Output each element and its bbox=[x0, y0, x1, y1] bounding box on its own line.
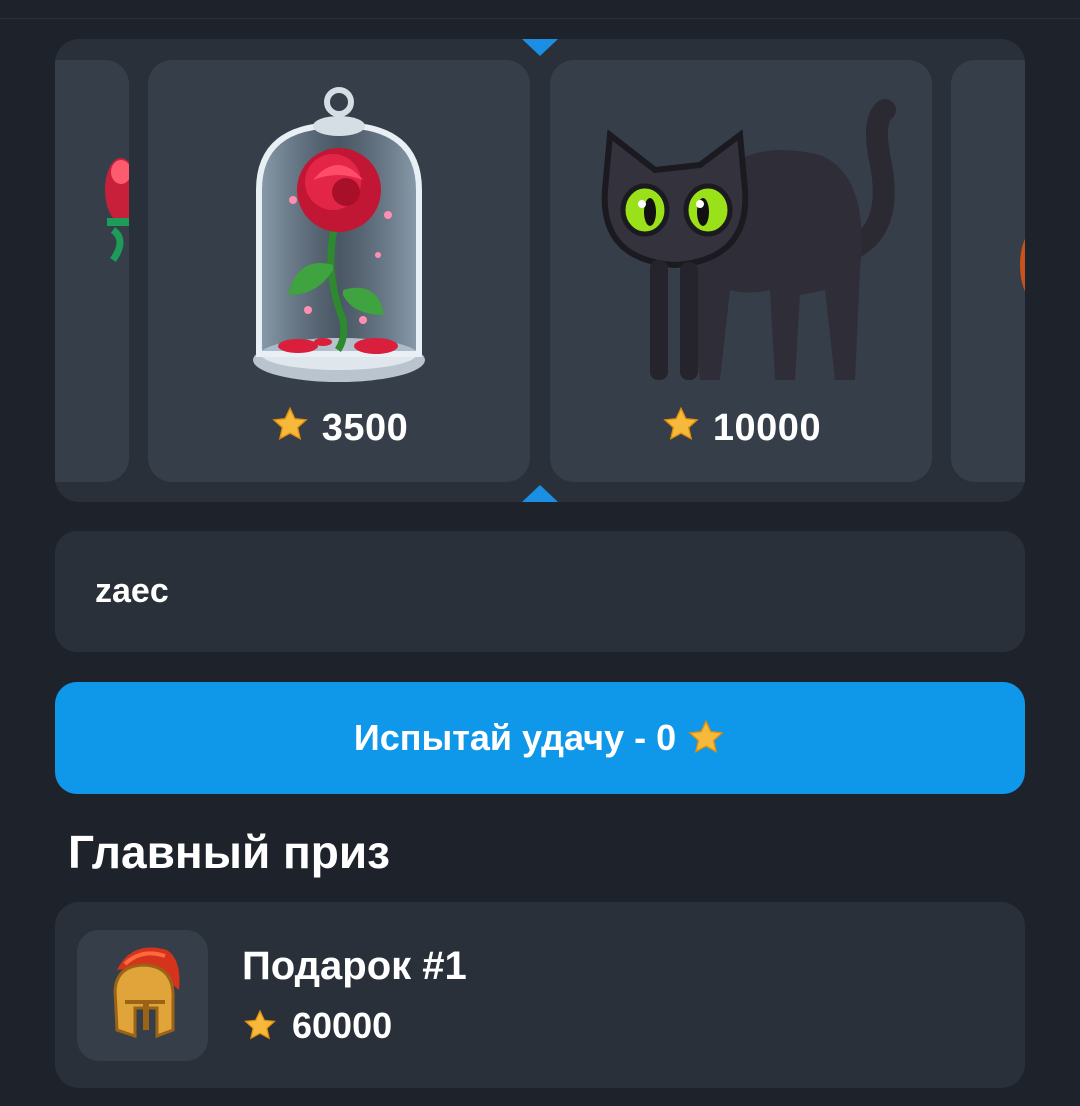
main-prize-price: 60000 bbox=[242, 1005, 392, 1047]
partial-gift-icon bbox=[105, 158, 129, 263]
black-cat-icon bbox=[601, 99, 896, 380]
main-prize-name: Подарок #1 bbox=[242, 944, 467, 988]
star-icon bbox=[271, 406, 308, 440]
star-icon bbox=[663, 406, 699, 440]
rose-under-glass-icon bbox=[253, 87, 425, 382]
name-input[interactable] bbox=[55, 531, 1025, 652]
carousel-pointer-bottom bbox=[522, 485, 558, 502]
carousel-item-rose[interactable]: 3500 bbox=[148, 60, 530, 482]
carousel-pointer-top bbox=[522, 39, 558, 56]
try-luck-label: Испытай удачу - 0 bbox=[353, 717, 677, 758]
spartan-helmet-icon bbox=[113, 947, 180, 1039]
main-prize-thumbnail bbox=[77, 930, 208, 1061]
star-icon bbox=[244, 1009, 276, 1040]
prize-carousel[interactable]: 3500 10000 bbox=[55, 39, 1025, 502]
cat-price-value: 10000 bbox=[712, 407, 822, 449]
top-divider bbox=[0, 18, 1080, 19]
main-prize-price-value: 60000 bbox=[292, 1005, 393, 1046]
main-prize-card[interactable]: Подарок #1 60000 bbox=[55, 902, 1025, 1088]
rose-price: 3500 bbox=[148, 405, 530, 450]
rose-price-value: 3500 bbox=[321, 407, 409, 449]
carousel-item-cat[interactable]: 10000 bbox=[550, 60, 932, 482]
partial-gift-icon bbox=[1020, 238, 1025, 292]
main-prize-title: Главный приз bbox=[68, 826, 391, 878]
star-icon bbox=[688, 719, 724, 753]
carousel-item-partial-right bbox=[951, 60, 1025, 482]
cat-price: 10000 bbox=[550, 405, 932, 450]
try-luck-button[interactable]: Испытай удачу - 0 bbox=[55, 682, 1025, 794]
carousel-item-partial-left bbox=[55, 60, 129, 482]
